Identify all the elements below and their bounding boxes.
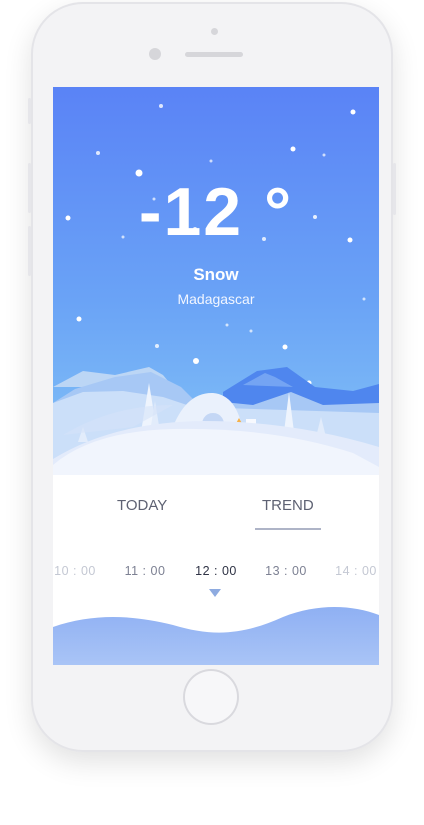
active-tab-indicator [255,528,321,530]
app-screen: -12 ° Snow Madagascar TODAY TREND 10 : 0… [53,87,379,665]
tab-trend[interactable]: TREND [262,497,314,514]
time-option-selected[interactable]: 12 : 00 [186,564,246,578]
time-option[interactable]: 10 : 00 [53,564,105,578]
sensor-dot [211,28,218,35]
earpiece-speaker [185,52,243,57]
power-button [393,163,396,215]
temperature: -12 ° [138,174,294,250]
volume-down-button [28,226,31,276]
weather-condition: Snow [193,265,239,284]
front-camera [149,48,161,60]
mute-switch [28,98,31,124]
time-selector: 10 : 00 11 : 00 12 : 00 13 : 00 14 : 00 [53,535,379,595]
tab-bar: TODAY TREND [53,475,379,535]
volume-up-button [28,163,31,213]
time-option[interactable]: 13 : 00 [256,564,316,578]
home-button[interactable] [183,669,239,725]
location-name: Madagascar [177,291,255,307]
time-option[interactable]: 14 : 00 [326,564,379,578]
trend-wave-graphic [53,607,379,665]
tab-today[interactable]: TODAY [117,497,167,514]
time-option[interactable]: 11 : 00 [115,564,175,578]
weather-scene: -12 ° Snow Madagascar [53,87,379,475]
